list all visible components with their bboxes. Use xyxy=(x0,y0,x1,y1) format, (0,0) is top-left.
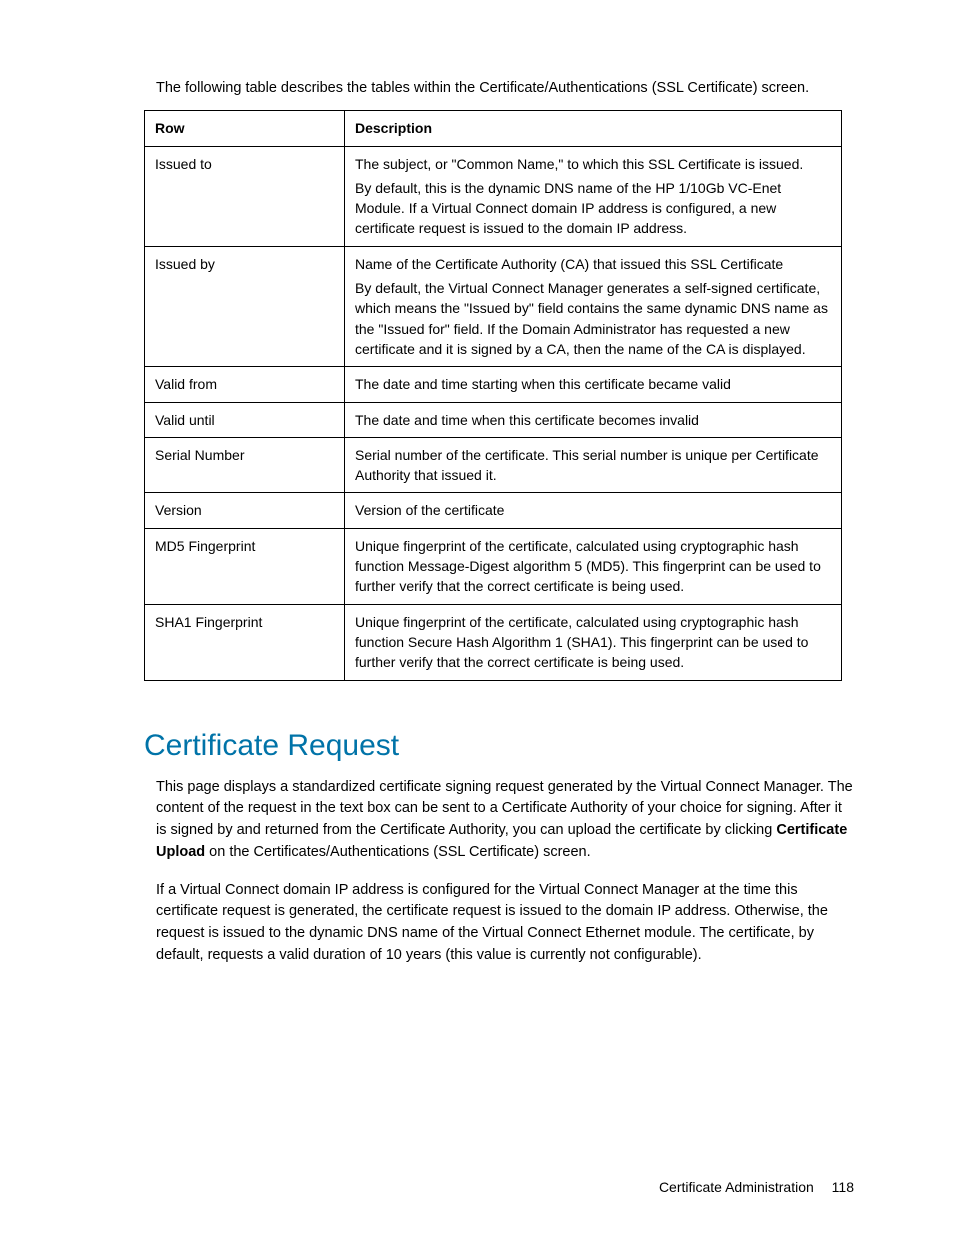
table-body: Issued to The subject, or "Common Name,"… xyxy=(145,146,842,680)
row-desc-para: Unique fingerprint of the certificate, c… xyxy=(355,612,831,673)
row-description: Unique fingerprint of the certificate, c… xyxy=(345,604,842,680)
row-desc-para: The subject, or "Common Name," to which … xyxy=(355,154,831,174)
row-desc-para: Name of the Certificate Authority (CA) t… xyxy=(355,254,831,274)
table-row: MD5 Fingerprint Unique fingerprint of th… xyxy=(145,528,842,604)
table-row: Serial Number Serial number of the certi… xyxy=(145,437,842,493)
row-desc-para: The date and time starting when this cer… xyxy=(355,374,831,394)
table-row: Version Version of the certificate xyxy=(145,493,842,528)
table-row: Issued by Name of the Certificate Author… xyxy=(145,246,842,366)
row-desc-para: By default, this is the dynamic DNS name… xyxy=(355,178,831,239)
table-row: Valid until The date and time when this … xyxy=(145,402,842,437)
row-label: Valid until xyxy=(145,402,345,437)
row-desc-para: Serial number of the certificate. This s… xyxy=(355,445,831,486)
row-description: The date and time starting when this cer… xyxy=(345,367,842,402)
intro-paragraph: The following table describes the tables… xyxy=(156,78,854,98)
table-header-row: Row Description xyxy=(145,111,842,146)
para-text: This page displays a standardized certif… xyxy=(156,779,853,839)
row-label: Issued to xyxy=(145,146,345,246)
para-text: on the Certificates/Authentications (SSL… xyxy=(205,844,591,860)
section-heading-certificate-request: Certificate Request xyxy=(144,729,854,763)
row-label: Serial Number xyxy=(145,437,345,493)
row-description: Serial number of the certificate. This s… xyxy=(345,437,842,493)
row-description: Unique fingerprint of the certificate, c… xyxy=(345,528,842,604)
table-header-row-label: Row xyxy=(145,111,345,146)
row-description: The subject, or "Common Name," to which … xyxy=(345,146,842,246)
row-description: Version of the certificate xyxy=(345,493,842,528)
row-desc-para: By default, the Virtual Connect Manager … xyxy=(355,278,831,359)
table-row: SHA1 Fingerprint Unique fingerprint of t… xyxy=(145,604,842,680)
footer-section-name: Certificate Administration xyxy=(659,1179,814,1195)
row-desc-para: Unique fingerprint of the certificate, c… xyxy=(355,536,831,597)
row-description: The date and time when this certificate … xyxy=(345,402,842,437)
footer-page-number: 118 xyxy=(832,1179,854,1195)
section-para-1: This page displays a standardized certif… xyxy=(156,777,854,864)
section-para-2: If a Virtual Connect domain IP address i… xyxy=(156,880,854,967)
row-label: MD5 Fingerprint xyxy=(145,528,345,604)
row-label: Valid from xyxy=(145,367,345,402)
table-row: Valid from The date and time starting wh… xyxy=(145,367,842,402)
table-header-description-label: Description xyxy=(345,111,842,146)
row-label: Version xyxy=(145,493,345,528)
table-row: Issued to The subject, or "Common Name,"… xyxy=(145,146,842,246)
row-desc-para: The date and time when this certificate … xyxy=(355,410,831,430)
row-desc-para: Version of the certificate xyxy=(355,500,831,520)
row-label: Issued by xyxy=(145,246,345,366)
page-footer: Certificate Administration 118 xyxy=(659,1179,854,1195)
certificate-fields-table: Row Description Issued to The subject, o… xyxy=(144,110,842,680)
row-label: SHA1 Fingerprint xyxy=(145,604,345,680)
row-description: Name of the Certificate Authority (CA) t… xyxy=(345,246,842,366)
